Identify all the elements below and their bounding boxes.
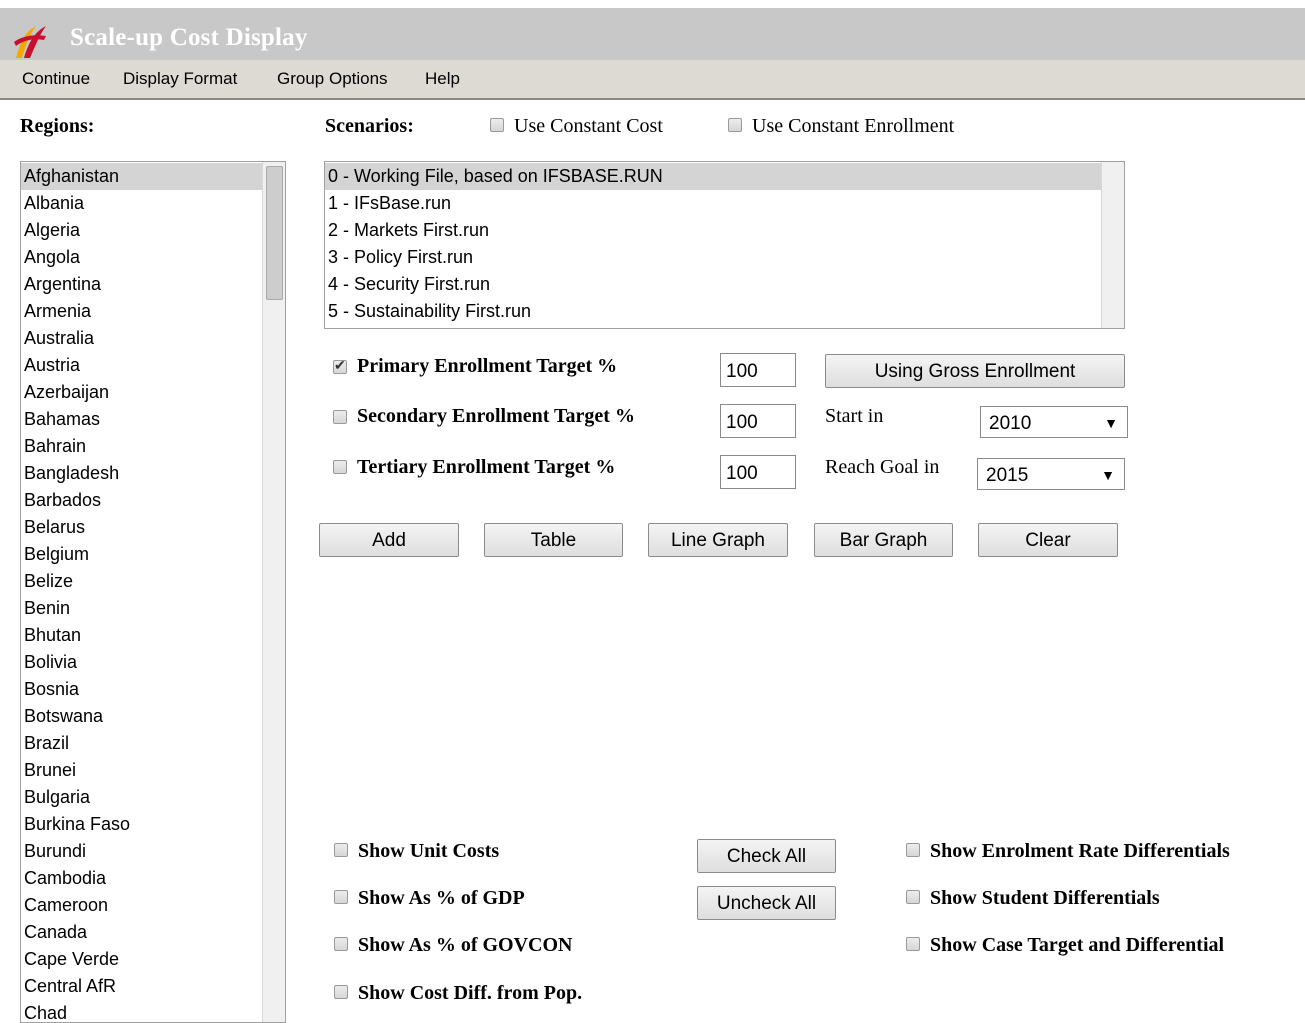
- region-list-item[interactable]: Cape Verde: [21, 946, 262, 973]
- title-bar: Scale-up Cost Display: [0, 8, 1305, 60]
- regions-scrollbar[interactable]: [262, 162, 285, 1022]
- region-list-item[interactable]: Botswana: [21, 703, 262, 730]
- show-student-diff-checkbox[interactable]: [906, 890, 920, 904]
- show-case-target-diff-checkbox[interactable]: [906, 937, 920, 951]
- scenarios-scrollbar[interactable]: [1101, 162, 1124, 328]
- regions-listbox[interactable]: Afghanistan Albania Algeria Angola Argentina…: [20, 161, 286, 1023]
- region-list-item[interactable]: Belarus: [21, 514, 262, 541]
- scenario-list-item[interactable]: 5 - Sustainability First.run: [325, 298, 1101, 325]
- region-list-item[interactable]: Bangladesh: [21, 460, 262, 487]
- show-student-diff-label: Show Student Differentials: [930, 887, 1160, 909]
- secondary-target-input[interactable]: 100: [720, 404, 796, 438]
- primary-target-input[interactable]: 100: [720, 353, 796, 387]
- scenario-list-item[interactable]: 3 - Policy First.run: [325, 244, 1101, 271]
- region-list-item[interactable]: Brazil: [21, 730, 262, 757]
- region-list-item[interactable]: Argentina: [21, 271, 262, 298]
- chevron-down-icon: ▼: [1104, 415, 1118, 431]
- show-enrolment-rate-diff-checkbox[interactable]: [906, 843, 920, 857]
- window-title: Scale-up Cost Display: [70, 24, 308, 51]
- scenarios-listbox[interactable]: 0 - Working File, based on IFSBASE.RUN 1 …: [324, 161, 1125, 329]
- region-list-item[interactable]: Armenia: [21, 298, 262, 325]
- primary-target-checkbox[interactable]: [333, 357, 347, 374]
- region-list-item[interactable]: Algeria: [21, 217, 262, 244]
- show-case-target-diff-label: Show Case Target and Differential: [930, 934, 1225, 956]
- start-year-select[interactable]: 2010 ▼: [980, 406, 1128, 438]
- region-list-item[interactable]: Bolivia: [21, 649, 262, 676]
- chevron-down-icon: ▼: [1101, 467, 1115, 483]
- table-button[interactable]: Table: [484, 523, 623, 557]
- region-list-item[interactable]: Albania: [21, 190, 262, 217]
- reach-goal-year-value: 2015: [986, 465, 1029, 486]
- start-in-label: Start in: [825, 405, 884, 427]
- line-graph-button[interactable]: Line Graph: [648, 523, 788, 557]
- region-list-item[interactable]: Afghanistan: [21, 163, 262, 190]
- use-constant-cost-label: Use Constant Cost: [514, 115, 663, 137]
- region-list-item[interactable]: Central AfR: [21, 973, 262, 1000]
- reach-goal-year-select[interactable]: 2015 ▼: [977, 458, 1125, 490]
- region-list-item[interactable]: Barbados: [21, 487, 262, 514]
- bar-graph-button[interactable]: Bar Graph: [814, 523, 953, 557]
- secondary-target-checkbox[interactable]: [333, 410, 347, 424]
- scenario-list-item[interactable]: 2 - Markets First.run: [325, 217, 1101, 244]
- ifs-logo-icon: [14, 26, 46, 58]
- show-cost-diff-pop-checkbox[interactable]: [334, 985, 348, 999]
- region-list-item[interactable]: Cameroon: [21, 892, 262, 919]
- show-unit-costs-label: Show Unit Costs: [358, 840, 500, 862]
- region-list-item[interactable]: Bhutan: [21, 622, 262, 649]
- region-list-item[interactable]: Burundi: [21, 838, 262, 865]
- region-list-item[interactable]: Brunei: [21, 757, 262, 784]
- use-constant-enrollment-checkbox[interactable]: [728, 118, 742, 132]
- regions-label: Regions:: [20, 115, 95, 137]
- show-unit-costs-checkbox[interactable]: [334, 843, 348, 857]
- region-list-item[interactable]: Bahrain: [21, 433, 262, 460]
- scenario-list-item[interactable]: 0 - Working File, based on IFSBASE.RUN: [325, 163, 1101, 190]
- start-year-value: 2010: [989, 413, 1032, 434]
- use-constant-enrollment-label: Use Constant Enrollment: [752, 115, 955, 137]
- region-list-item[interactable]: Canada: [21, 919, 262, 946]
- region-list-item[interactable]: Australia: [21, 325, 262, 352]
- show-pct-govcon-checkbox[interactable]: [334, 937, 348, 951]
- add-button[interactable]: Add: [319, 523, 459, 557]
- region-list-item[interactable]: Belize: [21, 568, 262, 595]
- menu-group-options[interactable]: Group Options: [277, 69, 388, 89]
- scenario-list-item[interactable]: 4 - Security First.run: [325, 271, 1101, 298]
- regions-scroll-thumb[interactable]: [266, 166, 283, 300]
- menu-bar: Continue Display Format Group Options He…: [0, 60, 1305, 100]
- menu-display-format[interactable]: Display Format: [123, 69, 237, 89]
- region-list-item[interactable]: Azerbaijan: [21, 379, 262, 406]
- use-constant-cost-checkbox[interactable]: [490, 118, 504, 132]
- show-pct-gdp-label: Show As % of GDP: [358, 887, 525, 909]
- show-enrolment-rate-diff-label: Show Enrolment Rate Differentials: [930, 840, 1230, 862]
- scenarios-label: Scenarios:: [325, 115, 414, 137]
- region-list-item[interactable]: Angola: [21, 244, 262, 271]
- tertiary-target-label: Tertiary Enrollment Target %: [357, 456, 616, 478]
- region-list-item[interactable]: Bulgaria: [21, 784, 262, 811]
- primary-target-label: Primary Enrollment Target %: [357, 355, 618, 377]
- using-gross-enrollment-button[interactable]: Using Gross Enrollment: [825, 354, 1125, 388]
- clear-button[interactable]: Clear: [978, 523, 1118, 557]
- menu-help[interactable]: Help: [425, 69, 460, 89]
- scenario-list-item[interactable]: 1 - IFsBase.run: [325, 190, 1101, 217]
- region-list-item[interactable]: Cambodia: [21, 865, 262, 892]
- region-list-item[interactable]: Burkina Faso: [21, 811, 262, 838]
- tertiary-target-input[interactable]: 100: [720, 455, 796, 489]
- region-list-item[interactable]: Chad: [21, 1000, 262, 1022]
- show-pct-govcon-label: Show As % of GOVCON: [358, 934, 573, 956]
- region-list-item[interactable]: Austria: [21, 352, 262, 379]
- reach-goal-label: Reach Goal in: [825, 456, 940, 478]
- region-list-item[interactable]: Bahamas: [21, 406, 262, 433]
- region-list-item[interactable]: Bosnia: [21, 676, 262, 703]
- region-list-item[interactable]: Belgium: [21, 541, 262, 568]
- region-list-item[interactable]: Benin: [21, 595, 262, 622]
- tertiary-target-checkbox[interactable]: [333, 460, 347, 474]
- uncheck-all-button[interactable]: Uncheck All: [697, 886, 836, 920]
- show-pct-gdp-checkbox[interactable]: [334, 890, 348, 904]
- secondary-target-label: Secondary Enrollment Target %: [357, 405, 635, 427]
- menu-continue[interactable]: Continue: [22, 69, 90, 89]
- check-all-button[interactable]: Check All: [697, 839, 836, 873]
- show-cost-diff-pop-label: Show Cost Diff. from Pop.: [358, 982, 583, 1004]
